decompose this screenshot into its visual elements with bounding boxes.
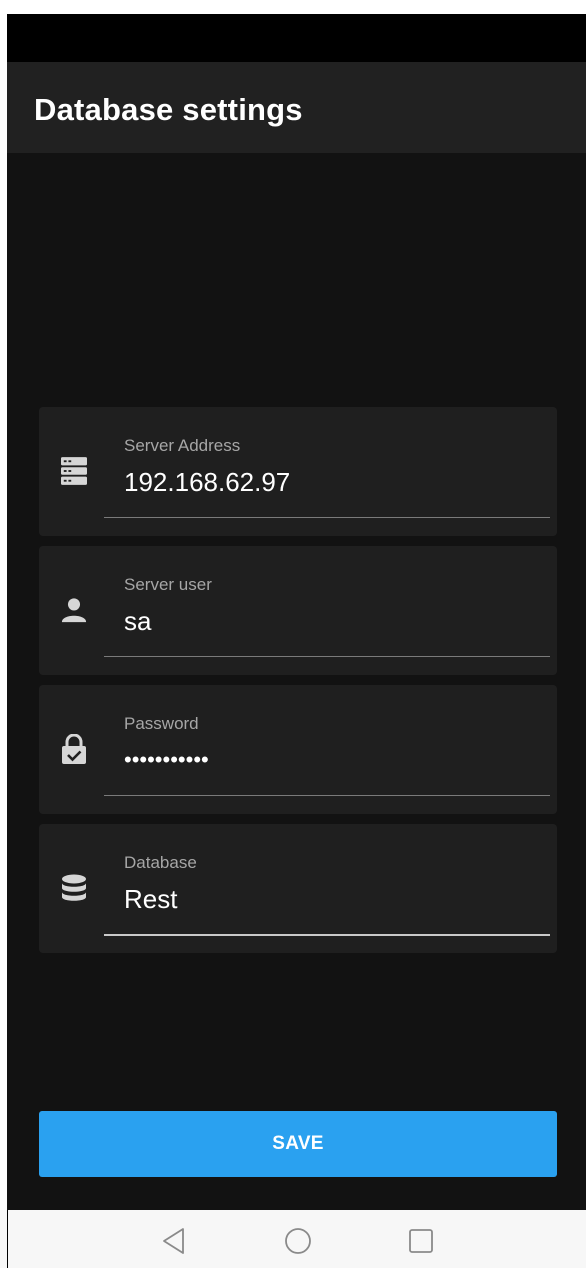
app-screen: Database settings Server Address 192.168… <box>7 14 586 1210</box>
database-field[interactable]: Database Rest <box>39 824 557 953</box>
server-address-input[interactable]: 192.168.62.97 <box>124 467 290 498</box>
server-user-field[interactable]: Server user sa <box>39 546 557 675</box>
password-input[interactable]: ••••••••••• <box>124 747 209 773</box>
server-user-underline <box>104 656 550 657</box>
password-field[interactable]: Password ••••••••••• <box>39 685 557 814</box>
password-label: Password <box>124 714 199 733</box>
edge-divider <box>7 1210 8 1268</box>
lock-check-icon <box>61 734 87 764</box>
system-nav-bar <box>0 1210 586 1268</box>
server-user-input[interactable]: sa <box>124 606 151 637</box>
server-address-label: Server Address <box>124 436 241 455</box>
server-icon <box>61 457 87 485</box>
save-button[interactable]: SAVE <box>39 1111 557 1177</box>
app-bar: Database settings <box>7 62 586 153</box>
status-bar <box>7 14 586 62</box>
page-title: Database settings <box>34 92 303 127</box>
database-label: Database <box>124 853 197 872</box>
server-address-field[interactable]: Server Address 192.168.62.97 <box>39 407 557 536</box>
server-address-underline <box>104 517 550 518</box>
person-icon <box>61 596 87 624</box>
recents-icon[interactable] <box>406 1226 436 1256</box>
server-user-label: Server user <box>124 575 212 594</box>
database-input[interactable]: Rest <box>124 884 177 915</box>
database-underline <box>104 934 550 936</box>
back-icon[interactable] <box>159 1226 189 1256</box>
database-icon <box>61 874 87 902</box>
home-icon[interactable] <box>283 1226 313 1256</box>
password-underline <box>104 795 550 796</box>
